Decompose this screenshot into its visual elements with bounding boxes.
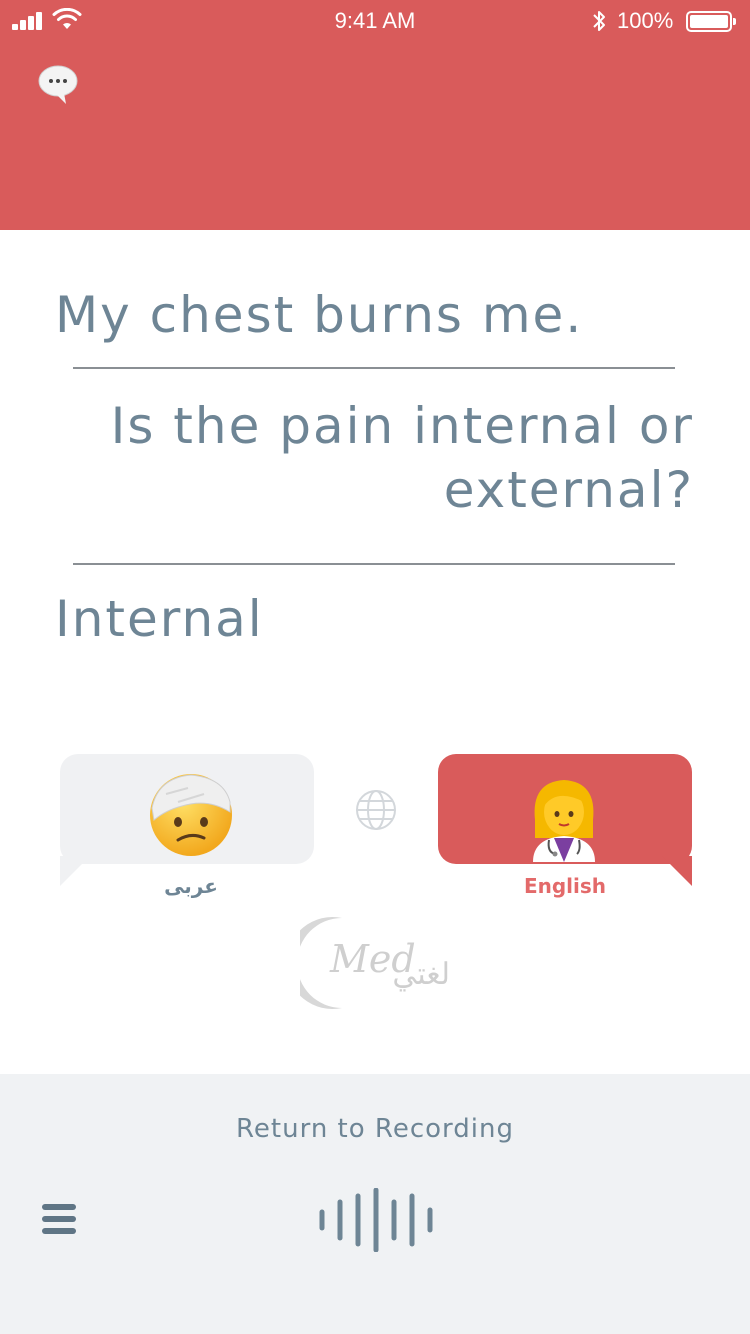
- transcript-line-patient: Internal: [55, 590, 264, 648]
- language-label-arabic: عربى: [164, 874, 218, 898]
- waveform-icon[interactable]: [316, 1188, 436, 1252]
- status-bar: 9:41 AM 100%: [0, 0, 750, 44]
- globe-icon[interactable]: [354, 788, 398, 832]
- woman-health-worker-icon: [533, 780, 595, 862]
- divider: [73, 367, 675, 369]
- battery-icon: [686, 11, 736, 32]
- logo-arabic: لغتي: [392, 957, 450, 992]
- battery-percent: 100%: [617, 8, 674, 33]
- bluetooth-icon: [593, 11, 605, 31]
- app-logo: Med لغتي: [300, 917, 450, 1009]
- chat-bubble-icon[interactable]: [36, 62, 80, 106]
- menu-icon[interactable]: [42, 1204, 76, 1234]
- transcript-line-doctor: Is the pain internal or external?: [110, 397, 694, 519]
- divider: [73, 563, 675, 565]
- header-bar: 9:41 AM 100%: [0, 0, 750, 230]
- transcript-line-patient: My chest burns me.: [55, 286, 584, 344]
- return-to-recording-link[interactable]: Return to Recording: [0, 1114, 750, 1144]
- language-label-english: English: [523, 874, 607, 898]
- face-with-head-bandage-icon: [150, 774, 232, 856]
